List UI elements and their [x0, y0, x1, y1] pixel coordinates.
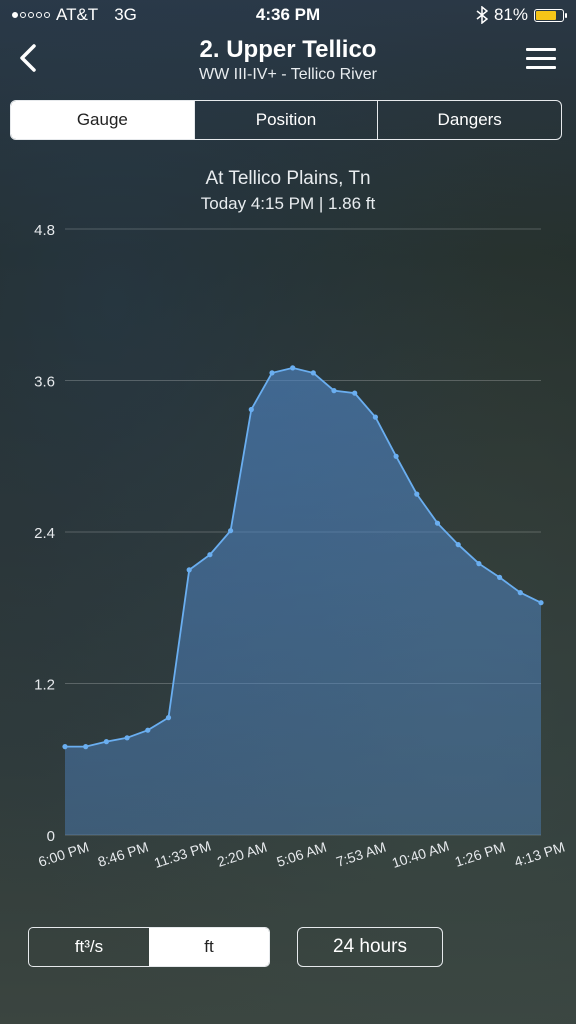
data-point — [331, 388, 337, 394]
x-tick-label: 6:00 PM — [36, 839, 91, 870]
nav-bar: 2. Upper Tellico WW III-IV+ - Tellico Ri… — [0, 30, 576, 94]
data-point — [103, 739, 109, 745]
gauge-chart: 4.8 3.6 2.4 1.2 06:00 PM 8:46 PM 11:33 PM 2:20 … — [34, 222, 567, 871]
x-tick-label: 7:53 AM — [334, 839, 388, 870]
x-tick-label: 5:06 AM — [275, 839, 329, 870]
tab-position[interactable]: Position — [195, 101, 379, 139]
data-point — [269, 370, 275, 376]
y-tick-label: 0 — [47, 828, 55, 845]
time-range-button[interactable]: 24 hours — [297, 927, 443, 967]
hamburger-menu-icon[interactable] — [526, 48, 556, 72]
data-point — [124, 735, 130, 741]
data-point — [310, 370, 316, 376]
x-tick-label: 11:33 PM — [152, 838, 213, 871]
x-tick-label: 4:13 PM — [512, 839, 567, 870]
data-point — [290, 365, 296, 371]
y-tick-label: 4.8 — [34, 222, 55, 239]
page-subtitle: WW III-IV+ - Tellico River — [199, 66, 377, 83]
data-point — [497, 574, 503, 580]
x-tick-label: 10:40 AM — [390, 837, 451, 870]
y-tick-label: 3.6 — [34, 374, 55, 391]
status-right: 81% — [476, 5, 567, 25]
data-point — [62, 744, 68, 750]
unit-toggle: ft³/s ft — [28, 927, 270, 967]
y-tick-label: 2.4 — [34, 525, 55, 542]
x-tick-label: 2:20 AM — [215, 839, 269, 870]
unit-cfs-option[interactable]: ft³/s — [29, 928, 149, 966]
data-point — [186, 567, 192, 573]
series-area — [65, 367, 541, 835]
unit-ft-option[interactable]: ft — [149, 928, 269, 966]
data-point — [145, 727, 151, 733]
x-tick-label: 8:46 PM — [96, 839, 151, 870]
data-point — [393, 453, 399, 459]
data-point — [352, 390, 358, 396]
data-point — [207, 552, 213, 558]
bluetooth-icon — [476, 6, 488, 24]
data-point — [228, 528, 234, 534]
data-point — [434, 520, 441, 526]
data-point — [517, 590, 523, 596]
battery-percent: 81% — [493, 5, 528, 24]
tab-dangers[interactable]: Dangers — [378, 101, 561, 139]
data-point — [414, 491, 420, 497]
data-point — [538, 600, 544, 606]
gauge-reading: Today 4:15 PM | 1.86 ft — [200, 194, 376, 213]
status-bar: AT&T 3G 4:36 PM 81% — [0, 0, 576, 30]
data-point — [248, 406, 254, 413]
x-tick-label: 1:26 PM — [453, 839, 508, 870]
data-point — [476, 561, 482, 567]
tab-gauge[interactable]: Gauge — [11, 101, 195, 139]
data-point — [83, 744, 89, 750]
battery-icon — [534, 8, 567, 22]
data-point — [372, 414, 378, 420]
tab-bar: Gauge Position Dangers — [10, 100, 562, 140]
y-tick-label: 1.2 — [34, 677, 55, 694]
data-point — [455, 542, 461, 548]
page-title: 2. Upper Tellico — [199, 36, 377, 63]
data-point — [165, 715, 172, 721]
gauge-location: At Tellico Plains, Tn — [205, 168, 371, 189]
